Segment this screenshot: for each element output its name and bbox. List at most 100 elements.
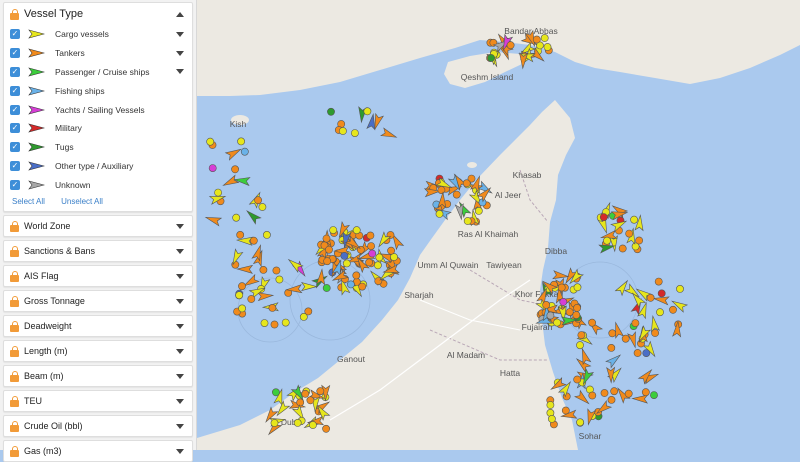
vessel-stationary-marker[interactable] — [559, 297, 568, 306]
vessel-stationary-marker[interactable] — [576, 418, 584, 427]
chevron-down-icon[interactable] — [176, 69, 184, 75]
vessel-stationary-marker[interactable] — [474, 206, 483, 215]
chevron-down-icon[interactable] — [176, 348, 184, 354]
vessel-stationary-marker[interactable] — [650, 391, 658, 399]
checkbox[interactable]: ✓ — [10, 85, 20, 96]
vessel-stationary-marker[interactable] — [577, 331, 586, 339]
vessel-stationary-marker[interactable] — [573, 283, 582, 292]
vessel-stationary-marker[interactable] — [368, 249, 377, 258]
chevron-down-icon[interactable] — [176, 398, 184, 404]
vessel-stationary-marker[interactable] — [608, 329, 617, 338]
vessel-stationary-marker[interactable] — [322, 424, 330, 433]
chevron-down-icon[interactable] — [176, 50, 184, 56]
vessel-stationary-marker[interactable] — [600, 389, 609, 397]
vessel-stationary-marker[interactable] — [260, 319, 269, 327]
vessel-stationary-marker[interactable] — [532, 35, 541, 44]
vessel-stationary-marker[interactable] — [365, 258, 373, 267]
vessel-stationary-marker[interactable] — [322, 284, 331, 292]
vessel-stationary-marker[interactable] — [588, 391, 597, 400]
vessel-stationary-marker[interactable] — [340, 251, 349, 260]
filter-panel[interactable]: Length (m) — [3, 340, 193, 363]
vessel-type-row[interactable]: ✓ Military — [4, 119, 192, 138]
vessel-stationary-marker[interactable] — [214, 188, 222, 197]
checkbox[interactable]: ✓ — [10, 29, 20, 40]
vessel-stationary-marker[interactable] — [322, 234, 331, 243]
vessel-stationary-marker[interactable] — [316, 387, 325, 396]
vessel-stationary-marker[interactable] — [247, 295, 256, 303]
vessel-stationary-marker[interactable] — [240, 147, 249, 156]
vessel-stationary-marker[interactable] — [633, 349, 642, 357]
vessel-stationary-marker[interactable] — [576, 341, 584, 350]
vessel-stationary-marker[interactable] — [588, 318, 596, 327]
chevron-down-icon[interactable] — [176, 273, 184, 279]
vessel-stationary-marker[interactable] — [548, 414, 556, 423]
vessel-stationary-marker[interactable] — [363, 107, 372, 116]
vessel-stationary-marker[interactable] — [656, 308, 664, 317]
vessel-stationary-marker[interactable] — [463, 217, 472, 225]
vessel-stationary-marker[interactable] — [268, 303, 277, 312]
vessel-stationary-marker[interactable] — [610, 387, 619, 396]
vessel-stationary-marker[interactable] — [506, 41, 515, 50]
vessel-stationary-marker[interactable] — [270, 419, 279, 427]
vessel-stationary-marker[interactable] — [350, 129, 359, 137]
vessel-stationary-marker[interactable] — [301, 389, 310, 398]
vessel-stationary-marker[interactable] — [262, 230, 271, 239]
vessel-stationary-marker[interactable] — [236, 230, 245, 239]
vessel-stationary-marker[interactable] — [435, 209, 444, 218]
vessel-stationary-marker[interactable] — [553, 318, 561, 327]
checkbox[interactable]: ✓ — [10, 179, 20, 190]
vessel-stationary-marker[interactable] — [599, 213, 608, 222]
chevron-down-icon[interactable] — [176, 323, 184, 329]
vessel-stationary-marker[interactable] — [258, 203, 267, 211]
filter-panel[interactable]: Deadweight — [3, 315, 193, 338]
vessel-stationary-marker[interactable] — [342, 259, 351, 268]
vessel-stationary-marker[interactable] — [573, 375, 582, 384]
vessel-stationary-marker[interactable] — [437, 186, 446, 194]
vessel-stationary-marker[interactable] — [352, 271, 361, 280]
vessel-stationary-marker[interactable] — [281, 318, 290, 327]
checkbox[interactable]: ✓ — [10, 123, 20, 134]
vessel-stationary-marker[interactable] — [329, 226, 338, 234]
select-all-link[interactable]: Select All — [12, 197, 45, 206]
chevron-down-icon[interactable] — [176, 31, 184, 37]
chevron-down-icon[interactable] — [176, 423, 184, 429]
vessel-stationary-marker[interactable] — [235, 291, 244, 300]
vessel-stationary-marker[interactable] — [206, 137, 215, 146]
vessel-stationary-marker[interactable] — [373, 261, 382, 270]
vessel-type-row[interactable]: ✓ Yachts / Sailing Vessels — [4, 100, 192, 119]
vessel-stationary-marker[interactable] — [238, 282, 246, 291]
chevron-down-icon[interactable] — [176, 448, 184, 454]
vessel-stationary-marker[interactable] — [249, 236, 258, 245]
chevron-down-icon[interactable] — [176, 248, 184, 254]
vessel-stationary-marker[interactable] — [308, 421, 317, 429]
filter-panel[interactable]: Gas (m3) — [3, 440, 193, 462]
vessel-stationary-marker[interactable] — [631, 319, 640, 327]
vessel-stationary-marker[interactable] — [375, 253, 384, 262]
vessel-stationary-marker[interactable] — [540, 34, 549, 42]
checkbox[interactable]: ✓ — [10, 142, 20, 153]
checkbox[interactable]: ✓ — [10, 48, 20, 59]
filter-panel[interactable]: TEU — [3, 390, 193, 413]
checkbox[interactable]: ✓ — [10, 66, 20, 77]
vessel-stationary-marker[interactable] — [323, 257, 332, 266]
vessel-stationary-marker[interactable] — [237, 137, 245, 146]
vessel-stationary-marker[interactable] — [635, 236, 643, 245]
vessel-stationary-marker[interactable] — [366, 231, 375, 240]
vessel-type-row[interactable]: ✓ Fishing ships — [4, 81, 192, 100]
vessel-stationary-marker[interactable] — [641, 388, 650, 397]
vessel-stationary-marker[interactable] — [325, 245, 333, 254]
vessel-stationary-marker[interactable] — [630, 215, 638, 224]
vessel-stationary-marker[interactable] — [232, 213, 241, 222]
chevron-down-icon[interactable] — [176, 373, 184, 379]
vessel-type-header[interactable]: Vessel Type — [4, 3, 192, 25]
vessel-stationary-marker[interactable] — [327, 107, 335, 116]
vessel-stationary-marker[interactable] — [238, 304, 246, 313]
vessel-stationary-marker[interactable] — [338, 127, 347, 135]
filter-panel[interactable]: Beam (m) — [3, 365, 193, 388]
vessel-type-row[interactable]: ✓ Other type / Auxiliary — [4, 157, 192, 176]
vessel-stationary-marker[interactable] — [546, 311, 555, 320]
vessel-stationary-marker[interactable] — [557, 283, 566, 292]
vessel-stationary-marker[interactable] — [669, 305, 677, 314]
vessel-type-row[interactable]: ✓ Unknown — [4, 175, 192, 194]
vessel-stationary-marker[interactable] — [259, 265, 268, 274]
